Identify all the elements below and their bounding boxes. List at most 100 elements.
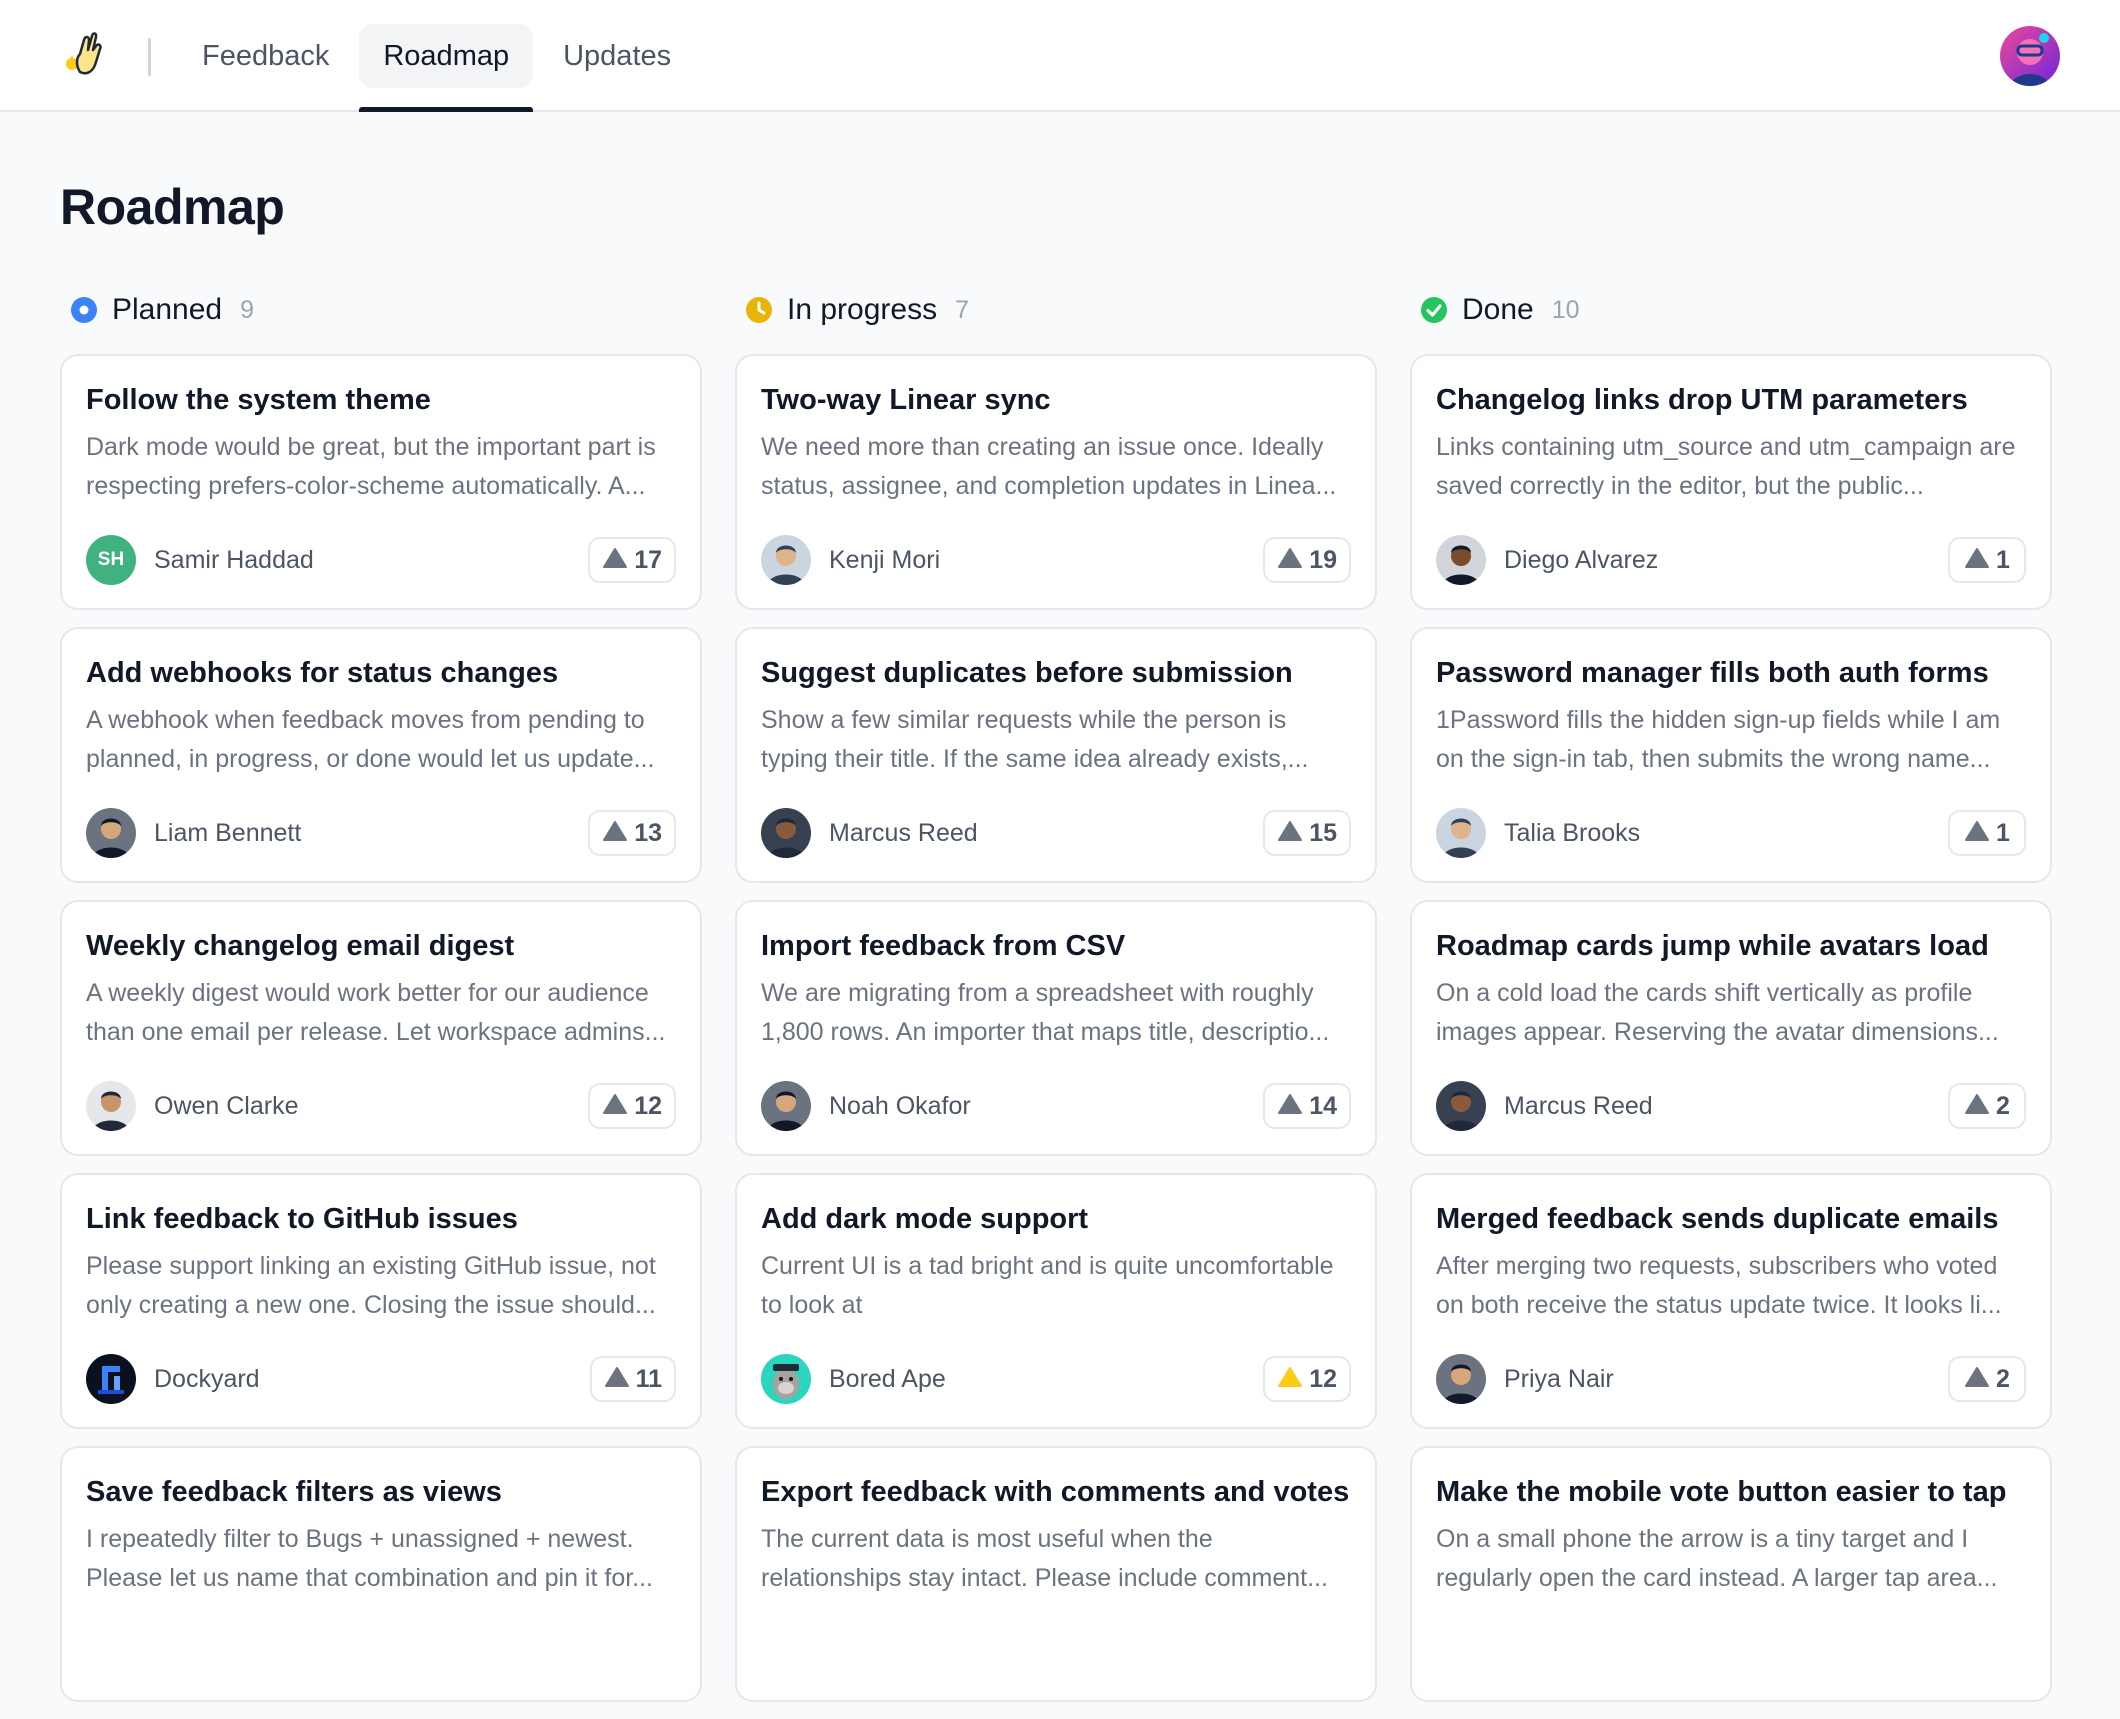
- page-title: Roadmap: [60, 179, 285, 235]
- card-title: Link feedback to GitHub issues: [86, 1203, 518, 1235]
- column-header: Done 10: [1410, 290, 2052, 330]
- card-title: Two-way Linear sync: [761, 384, 1051, 416]
- author-name: Marcus Reed: [1504, 1091, 1653, 1120]
- feedback-card[interactable]: Two-way Linear sync We need more than cre…: [735, 354, 1377, 610]
- author-avatar: [1436, 1081, 1486, 1131]
- author-name: Dockyard: [154, 1364, 260, 1393]
- author-avatar: [761, 808, 811, 858]
- card-title: Changelog links drop UTM parameters: [1436, 384, 1968, 416]
- card-title: Export feedback with comments and votes: [761, 1476, 1350, 1508]
- author-name: Priya Nair: [1504, 1364, 1614, 1393]
- feedback-card[interactable]: Merged feedback sends duplicate emails Af…: [1410, 1173, 2052, 1429]
- vote-count: 15: [1309, 818, 1337, 847]
- card-title: Password manager fills both auth forms: [1436, 657, 1989, 689]
- upvote-button[interactable]: 12: [588, 1083, 676, 1129]
- upvote-button[interactable]: 14: [1263, 1083, 1351, 1129]
- card-description: Links containing utm_source and utm_camp…: [1436, 433, 2016, 500]
- author-name: Bored Ape: [829, 1364, 946, 1393]
- feedback-card[interactable]: Weekly changelog email digest A weekly di…: [60, 900, 702, 1156]
- upvote-button[interactable]: 11: [589, 1356, 676, 1402]
- upvote-button[interactable]: 17: [588, 537, 676, 583]
- feedback-card[interactable]: Add dark mode support Current UI is a tad…: [735, 1173, 1377, 1429]
- column-count: 7: [955, 295, 969, 324]
- feedback-card[interactable]: Changelog links drop UTM parameters Links…: [1410, 354, 2052, 610]
- card-footer: Priya Nair 2: [1436, 1353, 2026, 1405]
- card-title: Add dark mode support: [761, 1203, 1089, 1235]
- feedback-card[interactable]: Follow the system theme Dark mode would b…: [60, 354, 702, 610]
- app-logo-hand-icon[interactable]: [58, 28, 114, 84]
- feedback-card[interactable]: Import feedback from CSV We are migrating…: [735, 900, 1377, 1156]
- upvote-button[interactable]: 13: [588, 810, 676, 856]
- upvote-triangle-icon: [1277, 547, 1303, 574]
- feedback-card[interactable]: Link feedback to GitHub issues Please sup…: [60, 1173, 702, 1429]
- upvote-button[interactable]: 12: [1263, 1356, 1351, 1402]
- upvote-triangle-icon: [1964, 1093, 1990, 1120]
- card-footer: Talia Brooks 1: [1436, 807, 2026, 859]
- upvote-button[interactable]: 15: [1263, 810, 1351, 856]
- feedback-card[interactable]: Password manager fills both auth forms 1P…: [1410, 627, 2052, 883]
- upvote-button[interactable]: 2: [1948, 1356, 2026, 1402]
- author-name: Samir Haddad: [154, 545, 314, 574]
- planned-dot-icon: [70, 296, 98, 324]
- user-avatar[interactable]: [2000, 26, 2060, 86]
- card-description: A webhook when feedback moves from pendi…: [86, 706, 655, 773]
- feedback-card[interactable]: Add webhooks for status changes A webhook…: [60, 627, 702, 883]
- card-footer: Diego Alvarez 1: [1436, 534, 2026, 586]
- column-title: Done: [1462, 293, 1534, 326]
- vote-count: 1: [1996, 545, 2010, 574]
- column-title: In progress: [787, 293, 938, 326]
- upvote-button[interactable]: 2: [1948, 1083, 2026, 1129]
- upvote-triangle-icon: [604, 1366, 630, 1393]
- card-title: Add webhooks for status changes: [86, 657, 559, 689]
- card-title: Save feedback filters as views: [86, 1476, 502, 1508]
- author-avatar: [86, 808, 136, 858]
- author-name: Diego Alvarez: [1504, 545, 1659, 574]
- vote-count: 11: [635, 1364, 662, 1393]
- upvote-button[interactable]: 1: [1948, 537, 2026, 583]
- tab-roadmap[interactable]: Roadmap: [359, 24, 534, 112]
- feedback-card[interactable]: Suggest duplicates before submission Show…: [735, 627, 1377, 883]
- card-title: Suggest duplicates before submission: [761, 657, 1293, 689]
- column-done: Done 10 Changelog links drop UTM parameter…: [1410, 290, 2052, 1719]
- card-footer: Liam Bennett 13: [86, 807, 676, 859]
- column-in-progress: In progress 7 Two-way Linear sync We need m…: [735, 290, 1377, 1719]
- vote-count: 2: [1996, 1364, 2010, 1393]
- upvote-triangle-icon: [602, 1093, 628, 1120]
- upvote-button[interactable]: 1: [1948, 810, 2026, 856]
- vote-count: 19: [1309, 545, 1337, 574]
- card-description: We are migrating from a spreadsheet with…: [761, 979, 1330, 1046]
- author-name: Marcus Reed: [829, 818, 978, 847]
- author-avatar: [761, 1354, 811, 1404]
- card-description: Show a few similar requests while the pe…: [761, 706, 1309, 773]
- done-check-icon: [1420, 296, 1448, 324]
- vote-count: 12: [1309, 1364, 1337, 1393]
- column-count: 10: [1551, 295, 1580, 324]
- card-footer: Dockyard 11: [86, 1353, 676, 1405]
- author-name: Talia Brooks: [1504, 818, 1641, 847]
- card-footer: Kenji Mori 19: [761, 534, 1351, 586]
- card-title: Make the mobile vote button easier to ta…: [1436, 1476, 2007, 1508]
- feedback-card[interactable]: Save feedback filters as views I repeated…: [60, 1446, 702, 1702]
- column-count: 9: [240, 295, 255, 324]
- card-footer: Bored Ape 12: [761, 1353, 1351, 1405]
- tab-feedback[interactable]: Feedback: [178, 24, 353, 88]
- column-title: Planned: [112, 293, 223, 326]
- tab-updates[interactable]: Updates: [539, 24, 695, 88]
- card-footer: Marcus Reed 15: [761, 807, 1351, 859]
- card-title: Import feedback from CSV: [761, 930, 1126, 962]
- in-progress-clock-icon: [745, 296, 773, 324]
- upvote-triangle-icon: [1964, 820, 1990, 847]
- author-avatar: [1436, 808, 1486, 858]
- card-title: Weekly changelog email digest: [86, 930, 515, 962]
- upvote-button[interactable]: 19: [1263, 537, 1351, 583]
- feedback-card[interactable]: Make the mobile vote button easier to ta…: [1410, 1446, 2052, 1702]
- author-avatar: [1436, 1354, 1486, 1404]
- column-header: In progress 7: [735, 290, 1377, 330]
- feedback-card[interactable]: Roadmap cards jump while avatars load On …: [1410, 900, 2052, 1156]
- feedback-card[interactable]: Export feedback with comments and votes T…: [735, 1446, 1377, 1702]
- author-name: Noah Okafor: [829, 1091, 971, 1120]
- card-description: After merging two requests, subscribers …: [1436, 1252, 2002, 1319]
- upvote-triangle-icon: [602, 820, 628, 847]
- author-avatar: [761, 1081, 811, 1131]
- vote-count: 14: [1309, 1091, 1337, 1120]
